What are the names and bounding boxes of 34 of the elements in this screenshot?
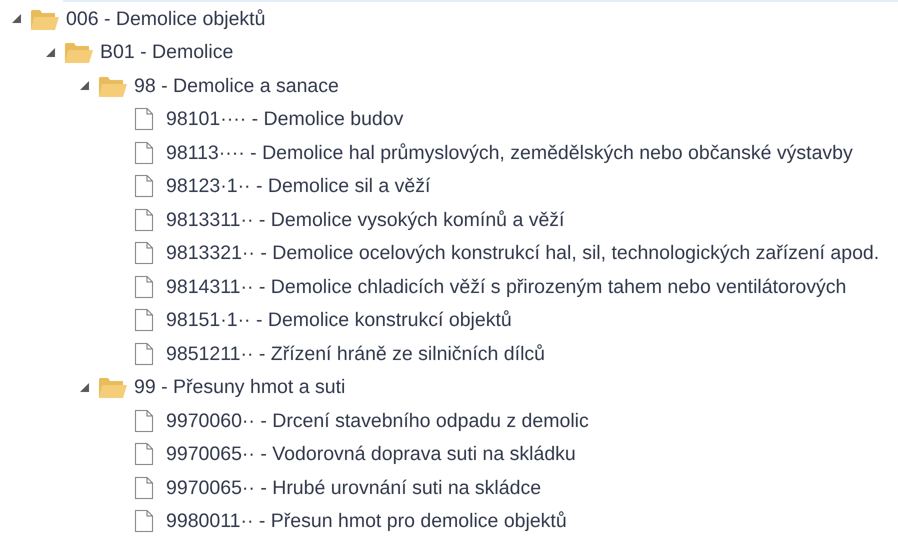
- expanded-arrow-icon[interactable]: [12, 14, 20, 24]
- document-icon: [134, 241, 154, 266]
- item-label[interactable]: 9851211·· - Zřízení hráně ze silničních dílců: [166, 342, 545, 365]
- folder-icon: [64, 40, 94, 64]
- folder-label[interactable]: 98 - Demolice a sanace: [134, 74, 339, 97]
- expanded-arrow-icon[interactable]: [80, 382, 88, 392]
- document-icon: [134, 476, 154, 500]
- expanded-arrow-icon[interactable]: [46, 48, 54, 57]
- item-label[interactable]: 98151·1·· - Demolice konstrukcí objektů: [166, 309, 512, 332]
- document-icon: [134, 442, 154, 466]
- item-label[interactable]: 98101···· - Demolice budov: [166, 108, 404, 130]
- folder-label[interactable]: B01 - Demolice: [100, 41, 234, 64]
- document-icon: [134, 308, 154, 332]
- document-icon: [134, 408, 154, 433]
- item-label[interactable]: 9813321·· - Demolice ocelových konstrukcí hal, sil, technologických zařízení apod.: [166, 242, 880, 264]
- document-icon: [134, 140, 154, 165]
- item-label[interactable]: 9970060·· - Drcení stavebního odpadu z demolic: [166, 410, 589, 432]
- item-label[interactable]: 9814311·· - Demolice chladicích věží s přirozeným tahem nebo ventilátorových: [166, 276, 846, 298]
- document-icon: [134, 274, 154, 299]
- item-label[interactable]: 98123·1·· - Demolice sil a věží: [166, 175, 430, 198]
- folder-icon: [98, 375, 128, 400]
- expanded-arrow-icon[interactable]: [80, 81, 88, 90]
- item-label[interactable]: 9970065·· - Hrubé urovnání suti na skládce: [166, 476, 542, 499]
- document-icon: [134, 509, 154, 534]
- item-label[interactable]: 9813311·· - Demolice vysokých komínů a věží: [166, 208, 564, 231]
- document-icon: [134, 342, 154, 366]
- item-label[interactable]: 9970065·· - Vodorovná doprava suti na skládku: [166, 443, 576, 466]
- item-label[interactable]: 98113···· - Demolice hal průmyslových, zemědělských nebo občanské výstavby: [166, 142, 853, 164]
- document-icon: [134, 208, 154, 232]
- document-icon: [134, 107, 154, 132]
- folder-label[interactable]: 99 - Přesuny hmot a suti: [134, 376, 346, 398]
- document-icon: [134, 174, 154, 198]
- folder-label[interactable]: 006 - Demolice objektů: [66, 8, 266, 30]
- item-label[interactable]: 9980011·· - Přesun hmot pro demolice objektů: [166, 510, 567, 532]
